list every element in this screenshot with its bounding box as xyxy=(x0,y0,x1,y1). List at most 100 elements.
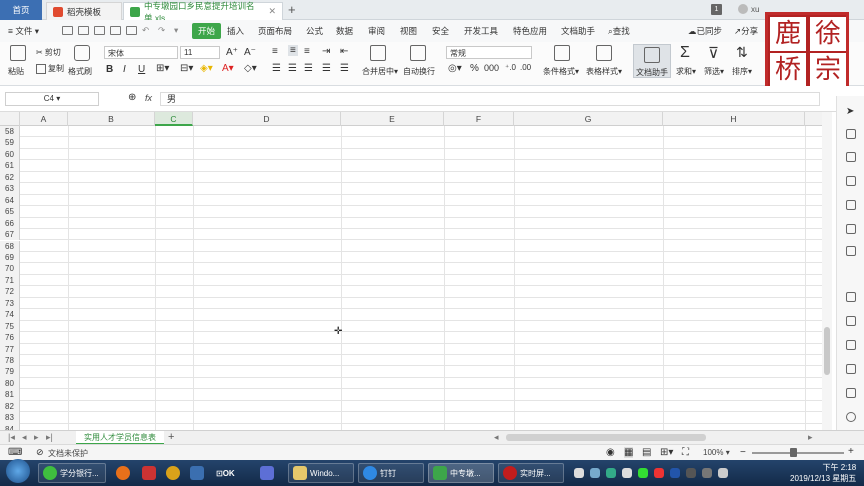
firefox-taskbar-icon[interactable] xyxy=(112,463,134,483)
fill-color-icon[interactable]: ◈▾ xyxy=(200,63,213,74)
grid-row[interactable]: 59 xyxy=(0,137,832,149)
tab-start[interactable]: 开始 xyxy=(192,23,222,39)
zoom-slider-handle[interactable] xyxy=(790,448,797,457)
align-middle-icon[interactable]: ≡ xyxy=(288,45,298,56)
grid-row[interactable]: 77 xyxy=(0,343,832,355)
close-tab-icon[interactable]: ✕ xyxy=(268,6,276,17)
wrap-text-icon[interactable] xyxy=(410,45,426,61)
align-left-icon[interactable]: ☰ xyxy=(272,63,281,74)
row-header[interactable]: 77 xyxy=(0,343,20,355)
grid-row[interactable]: 58 xyxy=(0,126,832,138)
taskbar-app[interactable]: Windo... xyxy=(288,463,354,483)
paste-icon[interactable] xyxy=(10,45,26,61)
row-header[interactable]: 67 xyxy=(0,229,20,241)
filter-icon[interactable]: ⊽ xyxy=(708,44,719,62)
indent-icon[interactable]: ⇥ xyxy=(322,46,330,57)
image-icon[interactable] xyxy=(846,246,856,256)
vertical-scroll-thumb[interactable] xyxy=(824,327,830,375)
tab-formula[interactable]: 公式 xyxy=(306,25,323,37)
fullscreen-icon[interactable]: ⛶ xyxy=(682,447,689,458)
taskbar-app-active[interactable]: 中专墩... xyxy=(428,463,494,483)
preview-icon[interactable] xyxy=(110,26,121,35)
row-header[interactable]: 63 xyxy=(0,183,20,195)
template-tab[interactable]: 稻壳模板 xyxy=(46,2,122,20)
merge-center-icon[interactable] xyxy=(370,45,386,61)
table-style-icon[interactable] xyxy=(596,45,612,61)
row-header[interactable]: 83 xyxy=(0,412,20,424)
grid-row[interactable]: 68 xyxy=(0,240,832,252)
grid-row[interactable]: 64 xyxy=(0,194,832,207)
grid-row[interactable]: 75 xyxy=(0,320,832,333)
percent-icon[interactable]: % xyxy=(470,63,479,74)
row-header[interactable]: 82 xyxy=(0,400,20,413)
tab-doc-helper[interactable]: 文档助手 xyxy=(561,25,595,37)
next-sheet-icon[interactable]: ▸ xyxy=(34,432,39,443)
select-all-corner[interactable] xyxy=(0,112,20,126)
grid-row[interactable]: 81 xyxy=(0,389,832,401)
format-painter-button[interactable]: 格式刷 xyxy=(68,66,92,77)
number-format-select[interactable]: 常规 xyxy=(446,46,532,59)
print-icon[interactable] xyxy=(94,26,105,35)
vertical-scrollbar[interactable] xyxy=(822,112,832,430)
grid-row[interactable]: 65 xyxy=(0,206,832,218)
protection-status[interactable]: 文档未保护 xyxy=(48,448,88,459)
grid-row[interactable]: 66 xyxy=(0,217,832,230)
row-header[interactable]: 71 xyxy=(0,274,20,287)
font-color-icon[interactable]: A▾ xyxy=(222,63,234,74)
volume-icon[interactable] xyxy=(718,468,728,478)
tray-icon[interactable] xyxy=(574,468,584,478)
tab-insert[interactable]: 插入 xyxy=(227,25,244,37)
column-header[interactable]: H xyxy=(663,112,805,126)
row-header[interactable]: 74 xyxy=(0,309,20,321)
row-header[interactable]: 81 xyxy=(0,389,20,401)
record-taskbar-icon[interactable] xyxy=(162,463,184,483)
insert-function-button[interactable]: fx xyxy=(145,93,152,103)
save-icon[interactable] xyxy=(78,26,89,35)
taskbar-app[interactable]: 学分银行... xyxy=(38,463,106,483)
grid-row[interactable]: 70 xyxy=(0,263,832,275)
export-icon[interactable] xyxy=(126,26,137,35)
tray-icon[interactable] xyxy=(590,468,600,478)
tab-page-layout[interactable]: 页面布局 xyxy=(258,25,292,37)
bolt-icon[interactable] xyxy=(846,388,856,398)
shrink-font-icon[interactable]: A⁻ xyxy=(244,47,256,58)
page-break-view-icon[interactable]: ⊞▾ xyxy=(660,447,673,458)
row-header[interactable]: 60 xyxy=(0,148,20,161)
tab-developer[interactable]: 开发工具 xyxy=(464,25,498,37)
conditional-format-button[interactable]: 条件格式▾ xyxy=(543,66,579,77)
zoom-in-icon[interactable]: + xyxy=(848,446,854,457)
chat-taskbar-icon[interactable] xyxy=(138,463,160,483)
sum-icon[interactable]: Σ xyxy=(680,44,690,62)
tab-data[interactable]: 数据 xyxy=(336,25,353,37)
grid-row[interactable]: 72 xyxy=(0,286,832,298)
row-header[interactable]: 68 xyxy=(0,240,20,252)
system-clock[interactable]: 下午 2:18 2019/12/13 星期五 xyxy=(790,462,856,484)
tray-icon[interactable] xyxy=(622,468,632,478)
wrap-text-button[interactable]: 自动换行 xyxy=(403,66,435,77)
paper-plane-taskbar-icon[interactable] xyxy=(256,463,278,483)
doc-helper-button[interactable]: 文档助手 xyxy=(633,44,671,78)
grid-row[interactable]: 71 xyxy=(0,274,832,287)
column-header[interactable]: D xyxy=(193,112,341,126)
grid-row[interactable]: 74 xyxy=(0,309,832,321)
font-size-select[interactable]: 11 xyxy=(180,46,220,59)
format-painter-icon[interactable] xyxy=(74,45,90,61)
grid-row[interactable]: 61 xyxy=(0,160,832,172)
scroll-right-icon[interactable]: ▸ xyxy=(808,432,813,443)
photo-icon[interactable] xyxy=(846,364,856,374)
taskbar-app[interactable]: 钉钉 xyxy=(358,463,424,483)
backup-icon[interactable] xyxy=(846,176,856,186)
grid-row[interactable]: 73 xyxy=(0,297,832,310)
italic-icon[interactable]: I xyxy=(123,64,126,75)
file-menu[interactable]: ≡ 文件 ▾ xyxy=(8,25,39,37)
distribute-icon[interactable]: ☰ xyxy=(340,63,349,74)
share-panel-icon[interactable] xyxy=(846,292,856,302)
home-tab[interactable]: 首页 xyxy=(0,0,42,20)
filter-button[interactable]: 筛选▾ xyxy=(704,66,724,77)
shapes-icon[interactable] xyxy=(846,129,856,139)
row-header[interactable]: 58 xyxy=(0,126,20,138)
scroll-left-icon[interactable]: ◂ xyxy=(494,432,499,443)
grid-row[interactable]: 80 xyxy=(0,377,832,390)
start-button[interactable] xyxy=(2,459,34,483)
grid-row[interactable]: 76 xyxy=(0,332,832,344)
